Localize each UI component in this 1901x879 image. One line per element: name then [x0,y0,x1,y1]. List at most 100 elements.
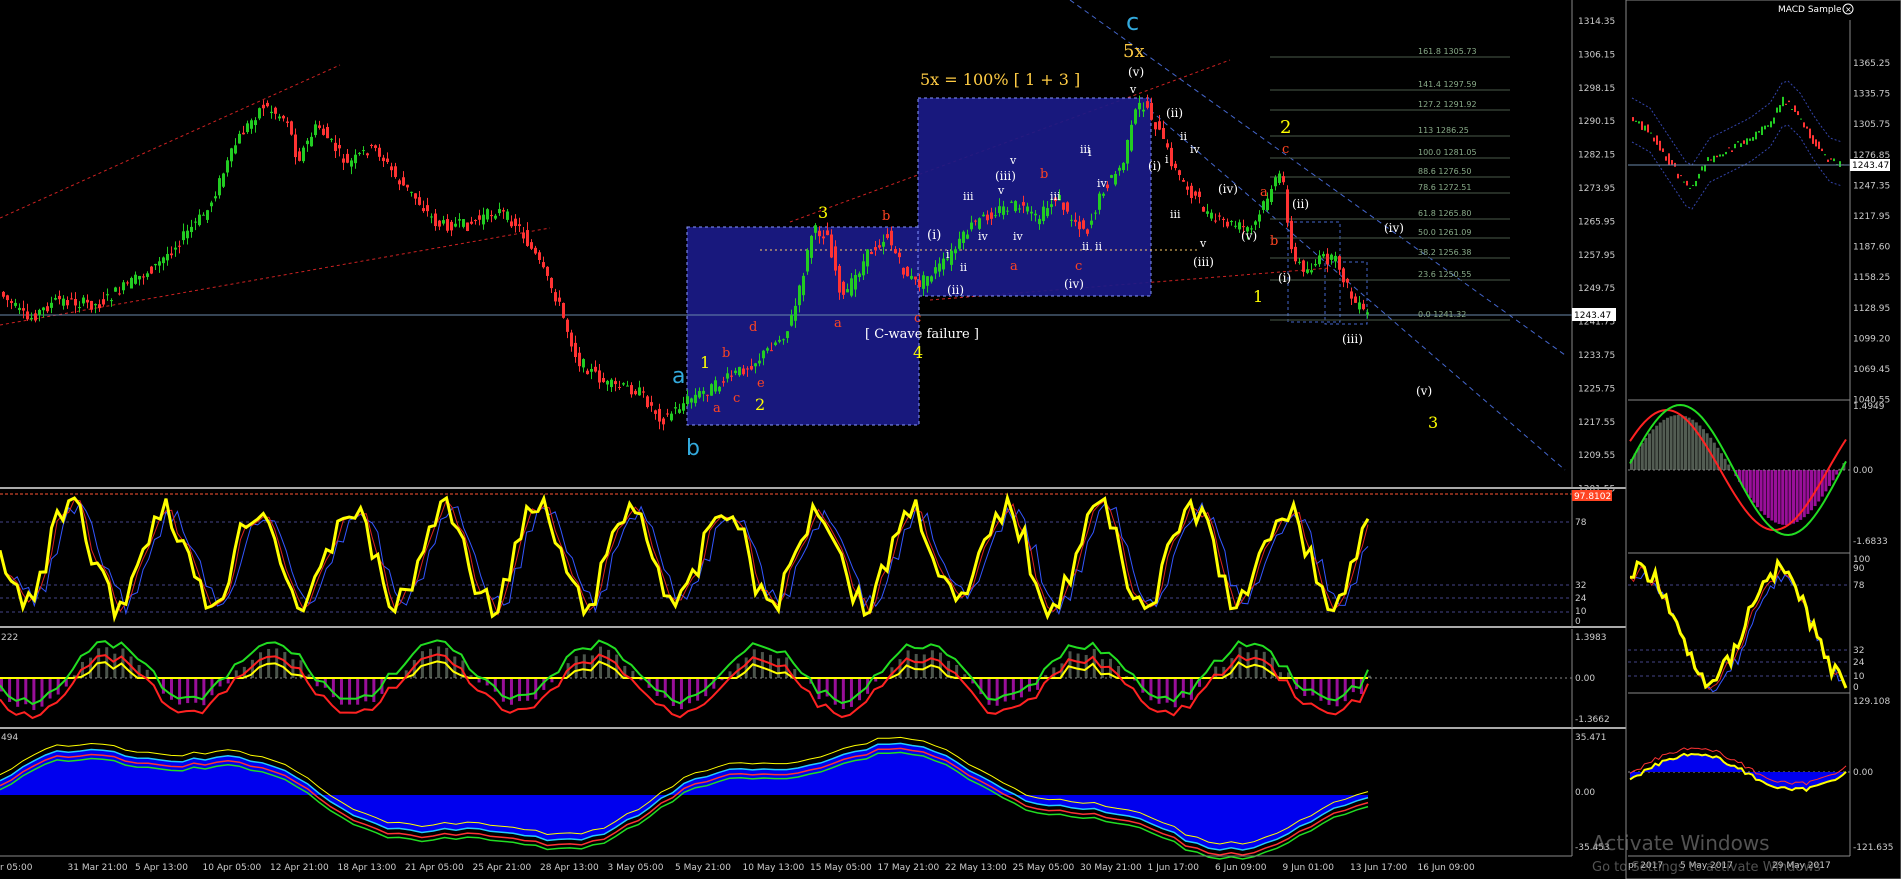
candle-body-158 [634,390,637,395]
right-candle-body-45 [1767,125,1769,127]
time-axis-tick-12: 15 May 05:00 [810,863,872,873]
fib-label-10: 23.6 1250.55 [1418,270,1471,279]
wave-label-w-iv3: (iv) [1384,221,1404,235]
candle-body-104 [418,197,421,205]
right-candle-body-66 [1830,158,1832,160]
candle-body-162 [650,402,653,406]
candle-body-12 [50,302,53,308]
candle-body-133 [534,247,537,254]
candle-body-246 [986,214,989,221]
candle-body-327 [1310,270,1313,273]
right-candle-body-26 [1710,159,1712,161]
candle-body-245 [982,214,985,217]
candle-body-296 [1186,186,1189,190]
right-price-axis-tick-6: 1187.60 [1853,243,1890,253]
macd-hist-bar-111 [898,659,902,678]
candle-body-192 [770,350,773,352]
candle-body-74 [298,151,301,161]
candle-body-337 [1350,291,1353,299]
fib-label-4: 100.0 1281.05 [1418,148,1477,157]
right-candle-body-2 [1638,121,1640,124]
right-price-axis-tick-4: 1247.35 [1853,181,1890,191]
candle-body-157 [630,385,633,395]
right-price-axis-tick-2: 1305.75 [1853,120,1890,130]
candle-body-126 [506,211,509,220]
candle-body-211 [846,289,849,293]
macd-hist-bar-92 [744,657,748,678]
macd-hist-bar-161 [1303,678,1307,697]
wave-label-s-iv4: iv [1190,143,1201,156]
wave-label-s-iv: iv [978,230,989,243]
candle-body-141 [566,319,569,332]
candle-body-131 [526,230,529,246]
candle-body-187 [750,365,753,370]
right-macd-hist-bar-20 [1702,429,1705,470]
candle-body-333 [1334,255,1337,262]
candle-body-140 [562,302,565,318]
macd-hist-bar-85 [688,678,692,704]
candle-body-150 [602,377,605,383]
candle-body-231 [926,276,929,286]
candle-body-167 [670,413,673,421]
candle-body-321 [1286,189,1289,223]
wave-label-w-i3: (i) [1278,271,1291,285]
right-candle-body-11 [1665,156,1667,161]
candle-body-302 [1210,212,1213,219]
macd-hist-bar-152 [1230,658,1234,678]
chart-stage: 161.8 1305.73 141.4 1297.59 127.2 1291.92 1… [0,0,1901,879]
wave-label-w-iii2: (iii) [1193,255,1214,269]
candle-body-60 [242,132,245,135]
candle-body-285 [1142,109,1145,112]
candle-body-81 [326,127,329,139]
candle-body-151 [606,380,609,385]
candle-body-27 [110,300,113,302]
right-macd-hist-bar-42 [1781,470,1785,525]
candle-body-88 [354,154,357,164]
right-macd-hist-bar-15 [1684,416,1687,470]
candle-body-8 [34,313,37,321]
candle-body-230 [922,275,925,289]
time-axis-tick-3: 10 Apr 05:00 [203,863,262,873]
macd-hist-bar-134 [1084,654,1088,678]
right-candle-body-42 [1758,131,1760,133]
candle-body-301 [1206,211,1209,214]
macd-hist-bar-94 [760,652,764,678]
right-macd-hist-bar-13 [1676,415,1680,470]
candle-body-295 [1182,180,1185,182]
candle-body-317 [1270,188,1273,202]
candle-body-193 [774,342,777,346]
candle-body-335 [1342,268,1345,283]
candle-body-90 [362,150,365,152]
candle-body-314 [1258,214,1261,222]
candle-body-87 [350,160,353,167]
candle-body-161 [646,396,649,408]
macd-hist-bar-81 [655,678,659,696]
candle-body-61 [246,123,249,133]
candle-body-37 [150,266,153,274]
candle-body-72 [290,121,293,135]
macd-hist-bar-2 [16,678,20,707]
price-axis-tick-12: 1217.55 [1578,418,1615,428]
right-macd-hist-bar-50 [1810,470,1813,511]
candle-body-49 [198,214,201,226]
candle-body-4 [18,307,21,311]
candle-body-68 [274,107,277,114]
wave-label-1: 1 [700,353,710,372]
stoch-axis-24: 24 [1575,594,1587,604]
wave-label-w-iv: (iv) [1064,277,1084,291]
candle-body-116 [466,222,469,231]
right-candle-body-47 [1773,117,1775,124]
stoch-axis-32: 32 [1575,581,1586,591]
candle-body-93 [374,145,377,148]
price-axis-tick-7: 1257.95 [1578,251,1615,261]
candle-body-262 [1050,204,1053,207]
candle-body-2 [10,301,13,303]
macd-hist-bar-14 [113,653,117,678]
candle-body-160 [642,391,645,393]
candle-body-323 [1294,246,1297,262]
close-icon-glyph[interactable]: × [1845,5,1852,14]
candle-body-39 [158,261,161,266]
macd-hist-bar-11 [89,657,93,678]
candle-body-13 [54,298,57,300]
candle-body-38 [154,263,157,266]
